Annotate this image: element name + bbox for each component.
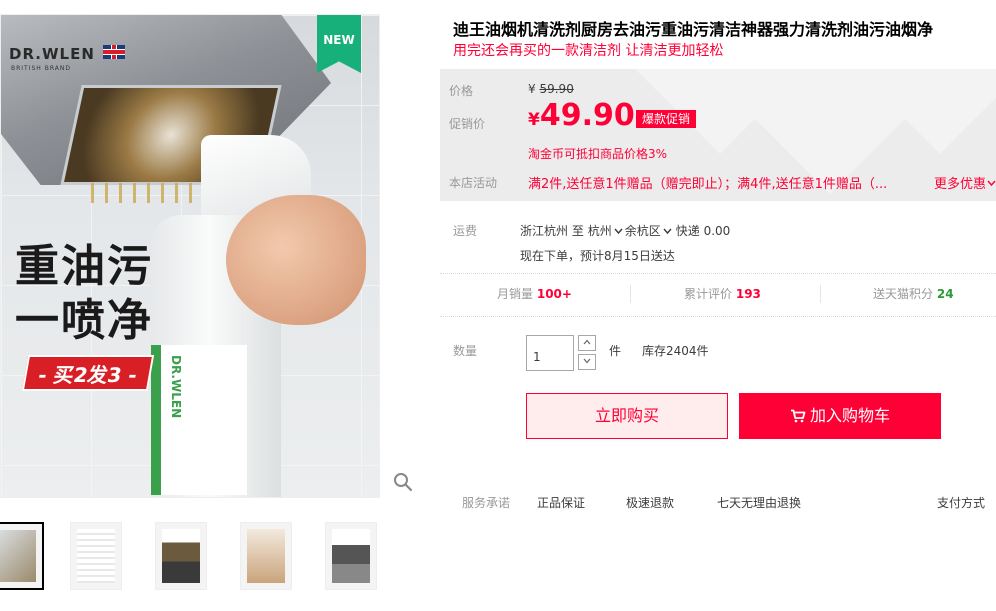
ship-city-select[interactable]: 杭州 [588,224,625,238]
promo-price-value: 49.90 [539,98,635,133]
quantity-unit: 件 [609,344,622,358]
cart-icon [790,409,806,423]
thumbnail-1[interactable] [0,522,44,590]
ship-district: 余杭区 [624,224,661,238]
shop-activity-text: 满2件,送任意1件赠品（赠完即止）；满4件,送任意1件赠品（... [528,177,888,192]
thumbnail-5[interactable] [325,522,377,590]
buy-now-button[interactable]: 立即购买 [526,393,728,439]
original-price: ¥ 59.90 [528,82,574,96]
promo-headline: 重油污 一喷净 [15,240,153,348]
main-product-image[interactable]: DR.WLEN BRITISH BRAND NEW DR.WLEN 重油污 一喷… [0,14,380,498]
divider [440,273,996,274]
thumbnail-strip [0,522,420,592]
ship-method: 快递 [675,224,700,238]
chevron-down-icon [987,180,996,187]
stat-separator [630,285,631,303]
total-reviews[interactable]: 累计评价 193 [684,285,761,302]
bottle-brand-text: DR.WLEN [169,355,183,419]
thumbnail-4[interactable] [240,522,292,590]
service-item[interactable]: 极速退款 [626,494,674,511]
uk-flag-icon [103,45,125,59]
delivery-estimate: 现在下单，预计8月15日送达 [520,249,675,263]
promo-price-currency: ¥ [528,110,540,130]
original-price-currency: ¥ [528,82,536,96]
ship-fee: 0.00 [703,224,731,238]
headline-line-1: 重油污 [15,241,153,292]
stat-separator [820,285,821,303]
monthly-sales-label: 月销量 [497,287,534,301]
bottle-label [151,345,247,495]
taojinbi-note: 淘金币可抵扣商品价格3% [528,147,668,161]
payment-methods[interactable]: 支付方式 [937,494,985,511]
tmall-points-label: 送天猫积分 [873,287,934,301]
quantity-increase-button[interactable] [578,335,596,351]
add-to-cart-button[interactable]: 加入购物车 [739,393,941,439]
hand-image [226,195,366,325]
quantity-decrease-button[interactable] [578,354,596,370]
monthly-sales-value: 100+ [536,287,572,301]
more-offers-label: 更多优惠 [934,177,987,192]
shipping-line: 浙江杭州 至 杭州 余杭区 快递 0.00 [520,222,730,239]
buy2-get3-tag: - 买2发3 - [21,355,155,391]
shipping-label: 运费 [453,224,478,238]
ship-from: 浙江杭州 [520,224,569,238]
ship-district-select[interactable]: 余杭区 [625,224,676,238]
brand-subtitle: BRITISH BRAND [11,65,71,72]
brand-logo: DR.WLEN [9,45,95,63]
total-reviews-label: 累计评价 [684,287,733,301]
chevron-up-icon [583,339,591,345]
magnifier-icon[interactable] [393,472,413,492]
product-title: 迪王油烟机清洗剂厨房去油污重油污清洁神器强力清洗剂油污油烟净 [453,20,934,39]
original-price-value: 59.90 [539,82,574,96]
tmall-points: 送天猫积分 24 [873,285,954,302]
service-label: 服务承诺 [462,496,511,510]
total-reviews-value: 193 [735,287,761,301]
thumbnail-3[interactable] [155,522,207,590]
chevron-down-icon [583,358,591,364]
add-to-cart-label: 加入购物车 [809,406,890,425]
more-offers-link[interactable]: 更多优惠 [934,173,996,192]
promo-price: ¥49.90 [528,99,635,137]
service-promises: 服务承诺 正品保证 极速退款 七天无理由退换 支付方式 [440,494,996,514]
quantity-input[interactable]: 1 [526,335,574,371]
stock-count: 库存2404件 [642,344,709,358]
tmall-points-value: 24 [936,287,954,301]
divider [440,316,996,317]
thumbnail-2[interactable] [70,522,122,590]
original-price-label: 价格 [449,84,474,98]
sales-stats: 月销量 100+ 累计评价 193 送天猫积分 24 [440,285,996,305]
service-item[interactable]: 正品保证 [537,494,585,511]
product-info: 迪王油烟机清洗剂厨房去油污重油污清洁神器强力清洗剂油污油烟净 用完还会再买的一款… [440,0,996,611]
chevron-down-icon [614,228,623,235]
promo-price-label: 促销价 [449,117,486,131]
monthly-sales: 月销量 100+ [497,285,572,302]
ship-to-word: 至 [571,224,584,238]
shop-activity-label: 本店活动 [449,176,498,190]
service-item[interactable]: 七天无理由退换 [717,494,801,511]
hot-sale-badge: 爆款促销 [636,110,697,128]
product-subtitle: 用完还会再买的一款清洁剂 让清洁更加轻松 [453,43,724,59]
ship-city: 杭州 [587,224,612,238]
quantity-label: 数量 [453,344,478,358]
headline-line-2: 一喷净 [15,295,153,346]
chevron-down-icon [663,228,672,235]
product-gallery: DR.WLEN BRITISH BRAND NEW DR.WLEN 重油污 一喷… [0,0,420,611]
